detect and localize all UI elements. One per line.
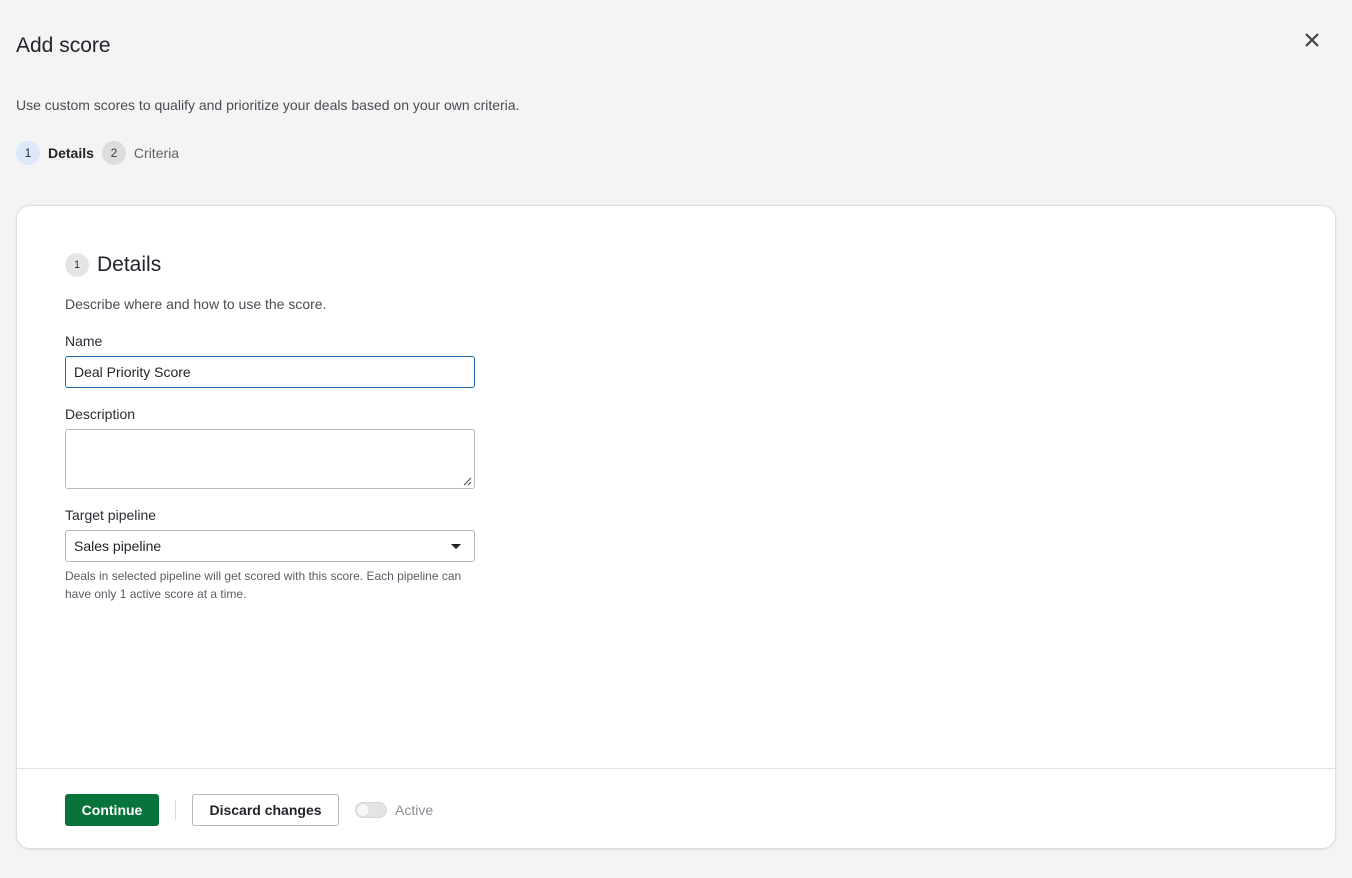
pipeline-help-text: Deals in selected pipeline will get scor…	[65, 569, 462, 601]
pipeline-select-value: Sales pipeline	[74, 538, 162, 554]
section-header: 1 Details	[65, 253, 161, 277]
section-description: Describe where and how to use the score.	[65, 296, 327, 312]
active-toggle-group: Active	[355, 800, 433, 820]
caret-down-icon	[451, 543, 461, 549]
step-1-label[interactable]: Details	[48, 145, 94, 161]
details-card: 1 Details Describe where and how to use …	[16, 205, 1336, 849]
pipeline-label: Target pipeline	[65, 507, 157, 523]
intro-text: Use custom scores to qualify and priorit…	[16, 97, 520, 113]
step-1-number[interactable]: 1	[16, 141, 40, 165]
name-input[interactable]	[65, 356, 475, 388]
step-2-number[interactable]: 2	[101, 141, 126, 165]
pipeline-select[interactable]: Sales pipeline	[65, 530, 475, 562]
section-title: Details	[97, 253, 162, 276]
resize-grip-icon[interactable]	[462, 476, 472, 486]
active-label: Active	[395, 802, 434, 818]
footer-divider	[17, 768, 1335, 769]
description-textarea[interactable]	[65, 429, 475, 489]
page-title: Add score	[16, 34, 111, 57]
active-toggle[interactable]	[355, 802, 387, 818]
section-number: 1	[65, 253, 89, 277]
discard-changes-button[interactable]: Discard changes	[192, 794, 339, 826]
continue-button[interactable]: Continue	[65, 794, 159, 826]
close-icon	[1305, 33, 1319, 47]
name-label: Name	[65, 333, 103, 349]
stepper: 1 Details 2 Criteria	[16, 141, 187, 165]
description-label: Description	[65, 406, 136, 422]
button-divider	[175, 800, 176, 820]
close-button[interactable]	[1298, 26, 1326, 54]
toggle-knob	[357, 804, 369, 816]
step-2-label[interactable]: Criteria	[134, 145, 179, 161]
